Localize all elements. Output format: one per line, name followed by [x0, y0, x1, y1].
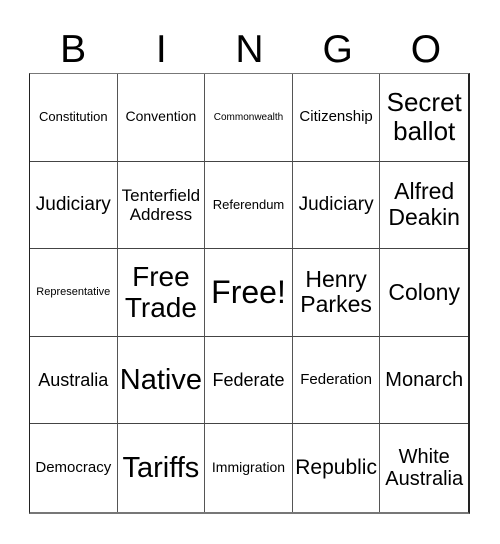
bingo-cell[interactable]: Monarch [380, 337, 468, 425]
bingo-cell[interactable]: Federate [205, 336, 293, 425]
bingo-cell[interactable]: Democracy [30, 424, 118, 512]
bingo-cell[interactable]: Immigration [205, 424, 293, 512]
bingo-cell free-space[interactable]: Free! [205, 249, 293, 337]
bingo-cell[interactable]: Tenterfield Address [117, 161, 206, 250]
header-letter-i: I [155, 28, 167, 71]
bingo-cell[interactable]: Commonwealth [205, 74, 293, 162]
bingo-cell[interactable]: Representative [30, 249, 118, 337]
bingo-cell[interactable]: Judiciary [30, 161, 118, 250]
bingo-cell[interactable]: Alfred Deakin [380, 162, 468, 250]
bingo-cell[interactable]: Constitution [30, 74, 118, 162]
bingo-cell[interactable]: Colony [380, 249, 468, 337]
bingo-cell[interactable]: Citizenship [292, 74, 381, 162]
header-letter-b: B [60, 28, 87, 71]
header-letter-n: N [235, 28, 264, 71]
bingo-cell[interactable]: White Australia [380, 424, 468, 512]
bingo-cell[interactable]: Free Trade [117, 249, 206, 337]
bingo-cell[interactable]: Henry Parkes [292, 249, 381, 337]
bingo-card-grid: Constitution Convention Commonwealth Cit… [29, 73, 470, 514]
bingo-cell[interactable]: Tariffs [118, 424, 206, 512]
header-letter-o: O [410, 28, 442, 71]
bingo-header: B I N G O [29, 28, 470, 72]
bingo-cell[interactable]: Australia [30, 336, 118, 425]
bingo-cell[interactable]: Referendum [205, 161, 293, 250]
bingo-cell[interactable]: Native [117, 336, 206, 425]
header-letter-g: G [322, 28, 353, 71]
bingo-cell[interactable]: Convention [117, 74, 206, 162]
bingo-cell[interactable]: Republic [293, 424, 381, 512]
bingo-cell[interactable]: Federation [292, 336, 381, 425]
bingo-cell[interactable]: Secret ballot [380, 74, 468, 162]
bingo-cell[interactable]: Judiciary [292, 161, 381, 250]
